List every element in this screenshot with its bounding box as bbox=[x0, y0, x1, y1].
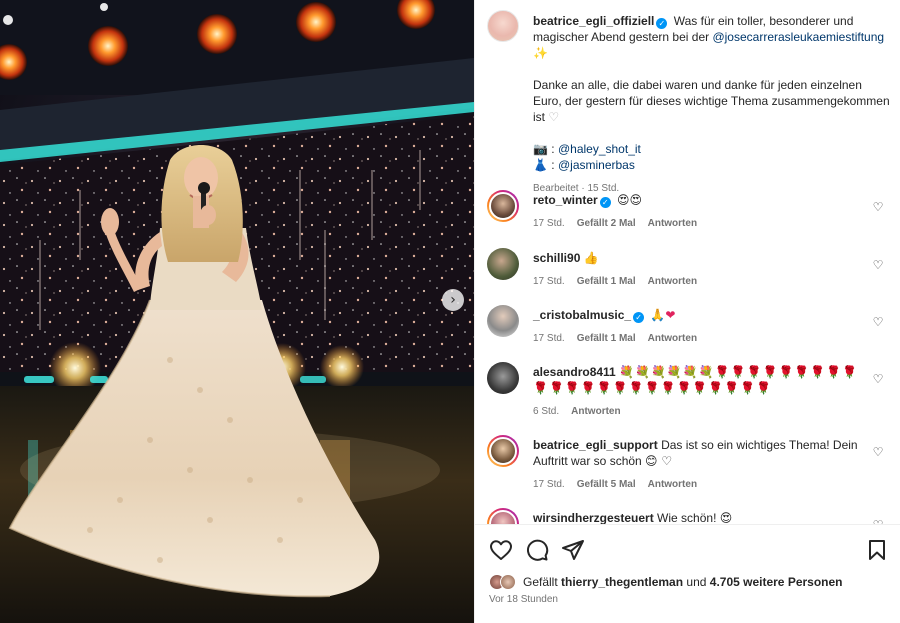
sparkles-icon: ✨ bbox=[533, 46, 548, 60]
liked-by-prefix: Gefällt bbox=[523, 575, 562, 589]
verified-badge-icon: ✓ bbox=[633, 312, 645, 323]
verified-badge-icon: ✓ bbox=[656, 18, 668, 29]
stage-photo-illustration bbox=[0, 0, 474, 623]
comment-text: 👍 bbox=[583, 251, 599, 265]
comment-emoji: 😊 ♡ bbox=[645, 454, 673, 468]
save-button[interactable] bbox=[865, 538, 889, 562]
commenter-avatar[interactable] bbox=[487, 190, 519, 222]
comment-emoji: 😍 bbox=[719, 511, 733, 524]
commenter-username[interactable]: beatrice_egli_support bbox=[533, 438, 658, 452]
caption-mention-link[interactable]: @josecarrerasleukaemiestiftung bbox=[712, 30, 884, 44]
comment-text: Wie schön! bbox=[657, 511, 720, 524]
comment-like-heart-icon[interactable]: ♡ bbox=[871, 315, 885, 329]
heart-emoji-icon: ♡ bbox=[548, 110, 560, 124]
post-timestamp: Vor 18 Stunden bbox=[489, 594, 558, 605]
speech-bubble-icon bbox=[526, 539, 549, 561]
camera-icon: 📷 bbox=[533, 142, 548, 156]
post-photo[interactable]: › bbox=[0, 0, 474, 623]
reply-button[interactable]: Antworten bbox=[648, 479, 697, 490]
instagram-post-view: › beatrice_egli_offiziell ✓ Was für ein t… bbox=[0, 0, 900, 623]
commenter-username[interactable]: alesandro8411 bbox=[533, 365, 616, 379]
author-avatar[interactable] bbox=[487, 10, 519, 42]
photo-credit-link[interactable]: @haley_shot_it bbox=[558, 142, 641, 156]
commenter-avatar[interactable] bbox=[487, 248, 519, 280]
comment-like-heart-icon[interactable]: ♡ bbox=[871, 445, 885, 459]
comment-likes-link[interactable]: Gefällt 1 Mal bbox=[577, 276, 636, 287]
comment-text: 😍😍 bbox=[617, 193, 643, 207]
post-footer: Gefällt thierry_thegentleman und 4.705 w… bbox=[475, 524, 900, 623]
verified-badge-icon: ✓ bbox=[599, 197, 611, 208]
action-bar bbox=[489, 538, 889, 562]
commenter-avatar[interactable] bbox=[487, 305, 519, 337]
comment-time: 17 Std. bbox=[533, 276, 565, 287]
commenter-username[interactable]: schilli90 bbox=[533, 251, 580, 265]
share-button[interactable] bbox=[561, 538, 585, 562]
paper-plane-icon bbox=[562, 540, 584, 560]
commenter-username[interactable]: _cristobalmusic_ bbox=[533, 308, 631, 322]
caption-paragraph-2: Danke an alle, die dabei waren und danke… bbox=[533, 78, 890, 124]
likes-summary[interactable]: Gefällt thierry_thegentleman und 4.705 w… bbox=[489, 573, 889, 591]
comment-like-heart-icon[interactable]: ♡ bbox=[871, 200, 885, 214]
chevron-right-icon: › bbox=[450, 292, 456, 308]
reply-button[interactable]: Antworten bbox=[648, 276, 697, 287]
reply-button[interactable]: Antworten bbox=[648, 218, 697, 229]
comment-time: 6 Std. bbox=[533, 406, 560, 417]
post-side-panel: beatrice_egli_offiziell ✓ Was für ein tol… bbox=[474, 0, 900, 623]
commenter-username[interactable]: reto_winter bbox=[533, 193, 598, 207]
comment-time: 17 Std. bbox=[533, 479, 565, 490]
commenter-avatar[interactable] bbox=[487, 508, 519, 524]
bookmark-icon bbox=[869, 540, 885, 560]
liker-avatar bbox=[500, 574, 516, 590]
comment-likes-link[interactable]: Gefällt 1 Mal bbox=[577, 333, 636, 344]
comment-button[interactable] bbox=[525, 538, 549, 562]
comment-like-heart-icon[interactable]: ♡ bbox=[871, 258, 885, 272]
reply-button[interactable]: Antworten bbox=[648, 333, 697, 344]
comment-text: 🙏❤ bbox=[650, 308, 676, 322]
liked-by-middle: und bbox=[683, 575, 710, 589]
liked-by-count-link[interactable]: 4.705 weitere Personen bbox=[710, 575, 843, 589]
commenter-avatar[interactable] bbox=[487, 435, 519, 467]
comment-like-heart-icon[interactable]: ♡ bbox=[871, 372, 885, 386]
like-button[interactable] bbox=[489, 538, 513, 562]
commenter-username[interactable]: wirsindherzgesteuert bbox=[533, 511, 654, 524]
carousel-next-button[interactable]: › bbox=[442, 289, 464, 311]
comment-likes-link[interactable]: Gefällt 2 Mal bbox=[577, 218, 636, 229]
heart-icon bbox=[490, 540, 512, 560]
comment-time: 17 Std. bbox=[533, 333, 565, 344]
comments-scroll-area[interactable]: beatrice_egli_offiziell ✓ Was für ein tol… bbox=[475, 0, 900, 524]
reply-button[interactable]: Antworten bbox=[571, 406, 620, 417]
comment-time: 17 Std. bbox=[533, 218, 565, 229]
dress-icon: 👗 bbox=[533, 158, 548, 172]
commenter-avatar[interactable] bbox=[487, 362, 519, 394]
dress-credit-link[interactable]: @jasminerbas bbox=[558, 158, 635, 172]
author-username[interactable]: beatrice_egli_offiziell bbox=[533, 14, 654, 28]
comment-likes-link[interactable]: Gefällt 5 Mal bbox=[577, 479, 636, 490]
liked-by-user-link[interactable]: thierry_thegentleman bbox=[561, 575, 683, 589]
